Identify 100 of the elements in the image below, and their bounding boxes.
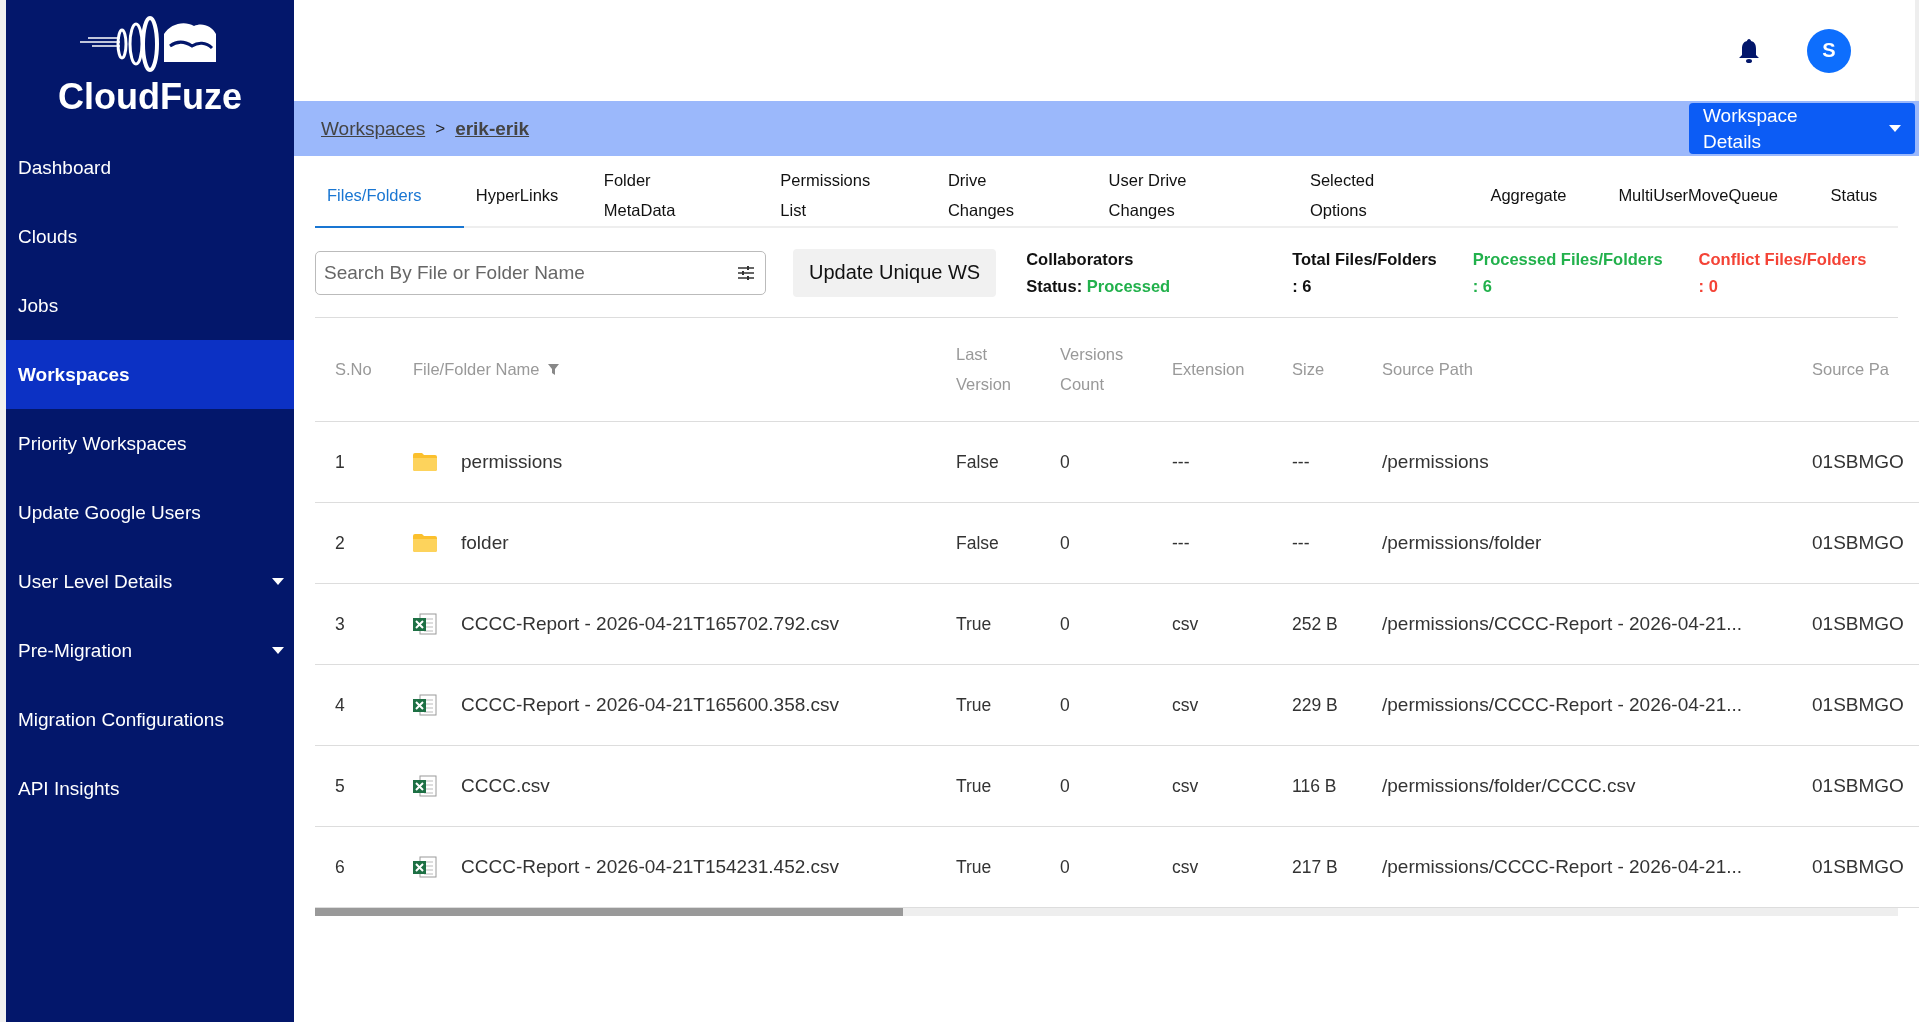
table-cell-text: 0	[1060, 694, 1071, 716]
spreadsheet-icon	[413, 856, 437, 878]
table-cell-text: False	[956, 451, 1000, 473]
stat-value: : 0	[1698, 276, 1719, 296]
spreadsheet-icon	[413, 775, 437, 797]
table-cell-text: 1	[334, 451, 346, 473]
table-cell-text: ---	[1292, 532, 1311, 554]
sidebar-item[interactable]: Jobs	[6, 271, 294, 340]
horizontal-scrollbar[interactable]	[315, 908, 1898, 916]
tab[interactable]: Drive Changes	[935, 166, 1097, 228]
file-name[interactable]: CCCC.csv	[461, 775, 550, 797]
sidebar-item[interactable]: API Insights	[6, 754, 294, 823]
tab[interactable]: Files/Folders	[315, 166, 464, 228]
file-name[interactable]: permissions	[461, 451, 563, 473]
table-cell-text: 229 B	[1292, 694, 1339, 716]
column-header: Last Version	[956, 343, 1013, 395]
stat-value: : 6	[1472, 276, 1493, 296]
table-cell-text: ---	[1172, 451, 1191, 473]
collaborators-label: Collaborators	[1026, 249, 1135, 269]
table-cell-text: /permissions/folder/CCCC.csv	[1382, 775, 1637, 797]
filter-icon[interactable]	[547, 364, 559, 375]
update-unique-ws-button[interactable]: Update Unique WS	[793, 248, 997, 297]
table-cell-text: ---	[1172, 532, 1191, 554]
stat-value: : 6	[1292, 276, 1313, 296]
table-cell-text: 2	[334, 532, 346, 554]
tab[interactable]: Status	[1818, 166, 1898, 228]
tab[interactable]: User Drive Changes	[1096, 166, 1298, 228]
sidebar-item[interactable]: Update Google Users	[6, 478, 294, 547]
table-cell-text: csv	[1172, 775, 1200, 797]
user-avatar[interactable]: S	[1807, 28, 1851, 73]
table-cell-text: 0	[1060, 532, 1071, 554]
sidebar-item[interactable]: Priority Workspaces	[6, 409, 294, 478]
breadcrumb-separator: >	[435, 118, 446, 139]
spreadsheet-icon	[413, 694, 437, 716]
bell-icon[interactable]	[1739, 38, 1759, 63]
sidebar-item[interactable]: User Level Details	[6, 547, 294, 616]
table-cell-text: csv	[1172, 856, 1200, 878]
file-name[interactable]: CCCC-Report - 2026-04-21T165702.792.csv	[461, 613, 840, 635]
table-cell-text: 116 B	[1292, 775, 1338, 797]
table-cell-text: 01SBMGO	[1812, 613, 1905, 635]
file-name[interactable]: CCCC-Report - 2026-04-21T165600.358.csv	[461, 694, 840, 716]
workspace-details-button[interactable]: Workspace Details	[1689, 103, 1915, 154]
table-cell-text: /permissions/CCCC-Report - 2026-04-21...	[1382, 856, 1744, 878]
table-cell-text: 4	[334, 694, 346, 716]
table-cell-text: csv	[1172, 694, 1200, 716]
column-header: S.No	[334, 358, 373, 380]
table-cell-text: 0	[1060, 613, 1071, 635]
table-cell-text: /permissions/CCCC-Report - 2026-04-21...	[1382, 613, 1744, 635]
filter-settings-icon[interactable]	[738, 265, 754, 280]
sidebar-item[interactable]: Clouds	[6, 202, 294, 271]
stat-label: Conflict Files/Folders	[1698, 249, 1867, 269]
table-cell-text: 0	[1060, 775, 1071, 797]
table-cell-text: /permissions/folder	[1382, 532, 1543, 554]
search-field[interactable]: Search By File or Folder Name	[315, 250, 766, 295]
column-header: Extension	[1172, 358, 1246, 380]
sidebar-item[interactable]: Dashboard	[6, 133, 294, 202]
tab[interactable]: Permissions List	[768, 166, 936, 228]
tab[interactable]: MultiUserMoveQueue	[1606, 166, 1819, 228]
table-cell-text: True	[956, 775, 993, 797]
table-cell-text: 01SBMGO	[1812, 532, 1905, 554]
table-cell-text: True	[956, 694, 993, 716]
tab[interactable]: Folder MetaData	[591, 166, 769, 228]
table-cell-text: 0	[1060, 451, 1071, 473]
folder-icon	[413, 453, 437, 471]
table-cell-text: /permissions	[1382, 451, 1490, 473]
table-cell-text: ---	[1292, 451, 1311, 473]
caret-icon	[1889, 125, 1901, 132]
sidebar-item[interactable]: Workspaces	[6, 340, 294, 409]
table-cell-text: csv	[1172, 613, 1200, 635]
table-cell-text: 5	[334, 775, 346, 797]
table-cell-text: 0	[1060, 856, 1071, 878]
column-header: Size	[1292, 358, 1326, 380]
table-cell-text: 217 B	[1292, 856, 1339, 878]
caret-icon	[272, 647, 284, 654]
table-cell-text: 01SBMGO	[1812, 856, 1905, 878]
table-cell-text: True	[956, 613, 993, 635]
sidebar-item[interactable]: Pre-Migration	[6, 616, 294, 685]
file-name[interactable]: folder	[461, 532, 509, 554]
tab[interactable]: Selected Options	[1297, 166, 1479, 228]
spreadsheet-icon	[413, 613, 437, 635]
breadcrumb-link[interactable]: Workspaces	[321, 117, 426, 140]
table-cell-text: True	[956, 856, 993, 878]
table-cell-text: 01SBMGO	[1812, 694, 1905, 716]
breadcrumb-link[interactable]: erik-erik	[455, 117, 530, 140]
tab[interactable]: HyperLinks	[463, 166, 592, 228]
logo-text: CloudFuze	[58, 75, 242, 118]
folder-icon	[413, 534, 437, 552]
table-cell-text: 01SBMGO	[1812, 775, 1905, 797]
column-header: Versions Count	[1060, 343, 1125, 395]
column-header: File/Folder Name	[413, 354, 956, 385]
collaborators-status: Status: Processed	[1026, 276, 1171, 296]
column-header: Source Path	[1382, 358, 1474, 380]
table-cell-text: False	[956, 532, 1000, 554]
caret-icon	[272, 578, 284, 585]
column-header: Source Pa	[1812, 358, 1891, 380]
table-cell-text: 01SBMGO	[1812, 451, 1905, 473]
stat-label: Processed Files/Folders	[1472, 249, 1663, 269]
sidebar-item[interactable]: Migration Configurations	[6, 685, 294, 754]
tab[interactable]: Aggregate	[1478, 166, 1607, 228]
file-name[interactable]: CCCC-Report - 2026-04-21T154231.452.csv	[461, 856, 840, 878]
